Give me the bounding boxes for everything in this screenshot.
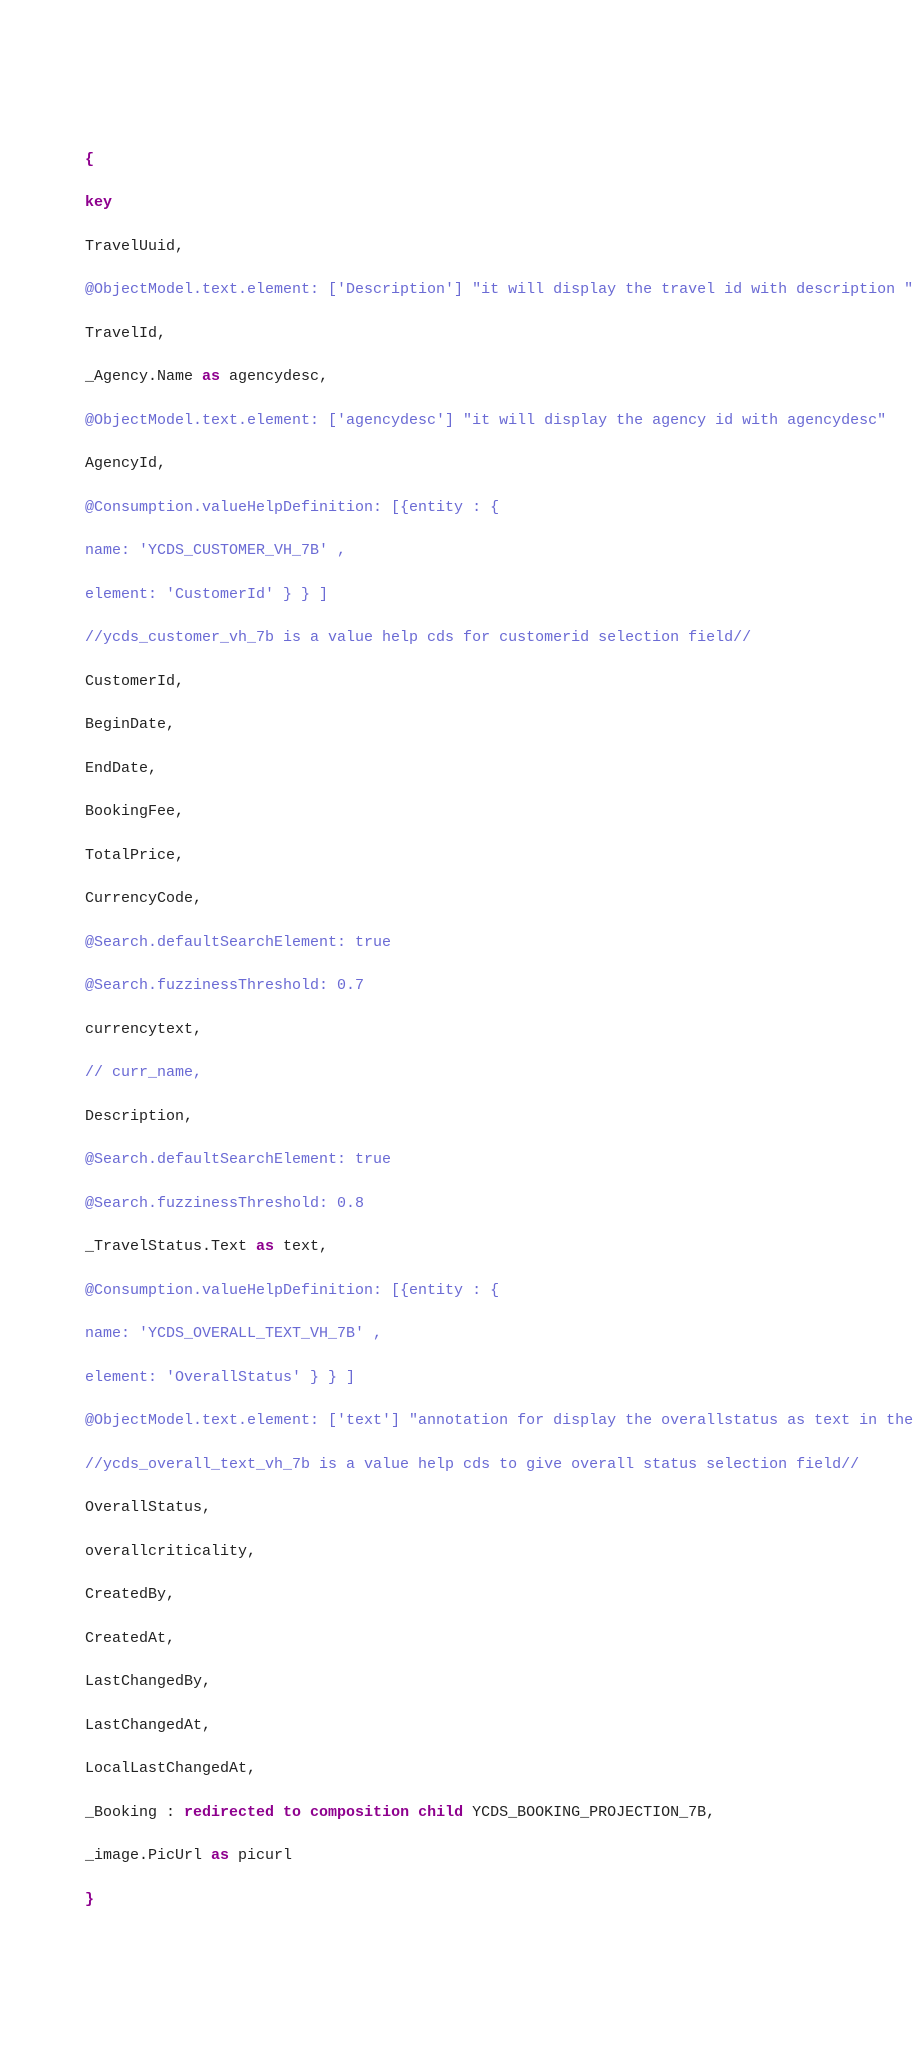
annot-objmodel-description: @ObjectModel.text.element: ['Description… [85,281,913,298]
field-overallstatus: OverallStatus, [85,1499,211,1516]
field-description: Description, [85,1108,193,1125]
annot-consumption-valuehelp-open-2: @Consumption.valueHelpDefinition: [{enti… [85,1282,499,1299]
keyword-as: as [256,1238,274,1255]
field-traveluuid: TravelUuid, [85,238,184,255]
booking-target: YCDS_BOOKING_PROJECTION_7B, [463,1804,715,1821]
field-customerid: CustomerId, [85,673,184,690]
comment-overall-vh: //ycds_overall_text_vh_7b is a value hel… [85,1456,859,1473]
annot-search-fuzziness-07: @Search.fuzzinessThreshold: 0.7 [85,977,364,994]
field-createdby: CreatedBy, [85,1586,175,1603]
keyword-redirected: redirected to composition child [184,1804,463,1821]
annot-consumption-element: element: 'CustomerId' } } ] [85,586,328,603]
field-totalprice: TotalPrice, [85,847,184,864]
field-createdat: CreatedAt, [85,1630,175,1647]
annot-objmodel-agencydesc: @ObjectModel.text.element: ['agencydesc'… [85,412,886,429]
field-travelid: TravelId, [85,325,166,342]
annot-search-default-2: @Search.defaultSearchElement: true [85,1151,391,1168]
field-travelstatus-text: _TravelStatus.Text [85,1238,256,1255]
annot-consumption-valuehelp-open: @Consumption.valueHelpDefinition: [{enti… [85,499,499,516]
open-brace: { [85,151,94,168]
comment-customer-vh: //ycds_customer_vh_7b is a value help cd… [85,629,751,646]
annot-consumption-name: name: 'YCDS_CUSTOMER_VH_7B' , [85,542,346,559]
alias-picurl: picurl [229,1847,292,1864]
field-lastchangedat: LastChangedAt, [85,1717,211,1734]
field-currencytext: currencytext, [85,1021,202,1038]
keyword-key: key [85,194,112,211]
field-booking: _Booking : [85,1804,184,1821]
cds-code-block: { key TravelUuid, @ObjectModel.text.elem… [85,127,920,1932]
field-bookingfee: BookingFee, [85,803,184,820]
field-image-picurl: _image.PicUrl [85,1847,211,1864]
annot-consumption-name-2: name: 'YCDS_OVERALL_TEXT_VH_7B' , [85,1325,382,1342]
field-lastchangedby: LastChangedBy, [85,1673,211,1690]
annot-consumption-element-2: element: 'OverallStatus' } } ] [85,1369,355,1386]
comment-curr-name: // curr_name, [85,1064,202,1081]
annot-search-default-1: @Search.defaultSearchElement: true [85,934,391,951]
keyword-as: as [211,1847,229,1864]
alias-text: text, [274,1238,328,1255]
annot-objmodel-text: @ObjectModel.text.element: ['text'] "ann… [85,1412,920,1429]
annot-search-fuzziness-08: @Search.fuzzinessThreshold: 0.8 [85,1195,364,1212]
field-begindate: BeginDate, [85,716,175,733]
field-overallcriticality: overallcriticality, [85,1543,256,1560]
keyword-as: as [202,368,220,385]
field-agency-name: _Agency.Name [85,368,202,385]
field-agencyid: AgencyId, [85,455,166,472]
field-enddate: EndDate, [85,760,157,777]
close-brace: } [85,1891,94,1908]
alias-agencydesc: agencydesc, [220,368,328,385]
field-locallastchangedat: LocalLastChangedAt, [85,1760,256,1777]
field-currencycode: CurrencyCode, [85,890,202,907]
